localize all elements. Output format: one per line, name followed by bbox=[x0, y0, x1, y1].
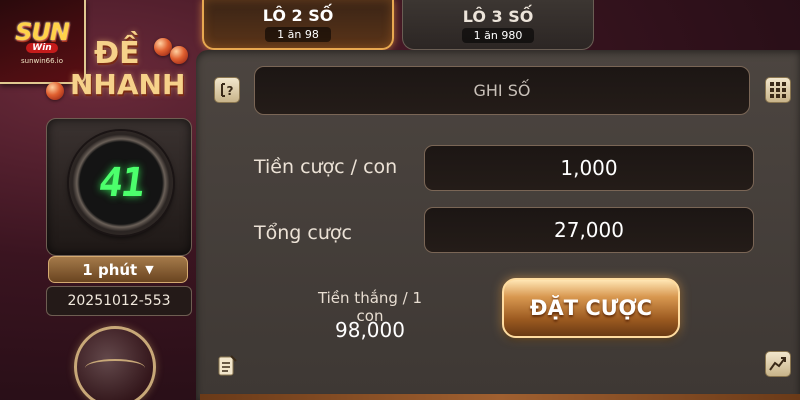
tab-lo-2-so[interactable]: LÔ 2 SỐ 1 ăn 98 bbox=[202, 0, 394, 50]
tab-label: LÔ 2 SỐ bbox=[262, 6, 334, 25]
caret-down-icon: ▼ bbox=[145, 263, 154, 276]
help-icon-glyph: ? bbox=[221, 83, 234, 98]
total-stake-label: Tổng cược bbox=[254, 222, 352, 244]
number-input[interactable]: GHI SỐ bbox=[254, 66, 750, 115]
win-per-number-value: 98,000 bbox=[335, 318, 405, 342]
stake-per-number-label: Tiền cược / con bbox=[254, 156, 398, 178]
tab-lo-3-so[interactable]: LÔ 3 SỐ 1 ăn 980 bbox=[402, 0, 594, 50]
stake-per-number-input[interactable]: 1,000 bbox=[424, 145, 754, 191]
period-select[interactable]: 1 phút ▼ bbox=[48, 256, 188, 283]
timer-panel: 41 bbox=[46, 118, 192, 256]
game-title-line2: NHANH bbox=[70, 68, 186, 101]
keypad-icon[interactable] bbox=[765, 77, 791, 103]
bottom-tab-strip bbox=[200, 394, 800, 400]
lottery-ball-icon bbox=[170, 46, 188, 64]
game-title-line1: ĐỀ bbox=[94, 36, 140, 71]
history-icon[interactable] bbox=[214, 353, 240, 379]
tab-label: LÔ 3 SỐ bbox=[462, 6, 534, 26]
lottery-globe-icon bbox=[74, 326, 156, 400]
timer-dial: 41 bbox=[69, 131, 173, 235]
tab-odds: 1 ăn 98 bbox=[265, 27, 331, 42]
svg-text:?: ? bbox=[227, 84, 234, 98]
game-title: ĐỀ NHANH bbox=[46, 36, 196, 106]
history-icon-glyph bbox=[218, 355, 237, 376]
stats-chart-icon[interactable] bbox=[765, 351, 791, 377]
period-label: 1 phút bbox=[82, 260, 138, 279]
stats-chart-icon-glyph bbox=[769, 357, 786, 371]
countdown-timer: 41 bbox=[95, 160, 147, 206]
help-icon[interactable]: ? bbox=[214, 77, 240, 103]
total-stake-value: 27,000 bbox=[424, 207, 754, 253]
keypad-icon-glyph bbox=[770, 82, 786, 98]
draw-id: 20251012-553 bbox=[46, 286, 192, 316]
lottery-ball-icon bbox=[46, 82, 64, 100]
tab-odds: 1 ăn 980 bbox=[461, 27, 535, 43]
place-bet-button[interactable]: ĐẶT CƯỢC bbox=[502, 278, 680, 338]
